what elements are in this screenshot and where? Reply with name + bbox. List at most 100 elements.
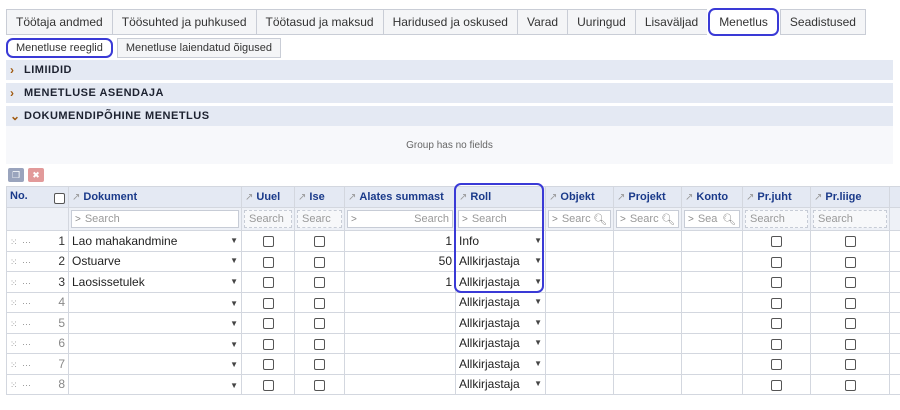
table-row[interactable]: ⁙ ⋯ 7 ▼ Allkirjastaja ▼ [6, 353, 900, 375]
prliige-checkbox[interactable] [844, 277, 856, 289]
ise-checkbox[interactable] [314, 379, 325, 391]
tab-toosuhted-ja-puhkused[interactable]: Töösuhted ja puhkused [111, 9, 256, 35]
projekt-cell[interactable] [613, 230, 682, 252]
subtab-menetluse-laiendatud-oigused[interactable]: Menetluse laiendatud õigused [116, 38, 282, 58]
konto-cell[interactable] [681, 312, 743, 334]
ise-checkbox[interactable] [314, 318, 325, 330]
dokument-cell[interactable]: ▼ [68, 312, 242, 334]
roll-cell[interactable]: Allkirjastaja ▼ [455, 291, 546, 313]
prjuht-checkbox[interactable] [771, 256, 782, 268]
prliige-checkbox[interactable] [844, 236, 856, 248]
col-header-alates-summast[interactable]: ↗ Alates summast [344, 186, 456, 208]
projekt-cell[interactable] [613, 353, 682, 375]
col-header-prliige[interactable]: ↗ Pr.liige [810, 186, 890, 208]
table-row[interactable]: ⁙ ⋯ 4 ▼ Allkirjastaja ▼ [6, 291, 900, 313]
col-header-prjuht[interactable]: ↗ Pr.juht [742, 186, 811, 208]
select-all-checkbox[interactable] [54, 193, 65, 204]
projekt-cell[interactable] [613, 250, 682, 272]
table-row[interactable]: ⁙ ⋯ 3 Laosissetulek ▼ 1 Allkirjastaja ▼ [6, 271, 900, 293]
projekt-cell[interactable] [613, 373, 682, 395]
uuel-checkbox[interactable] [262, 236, 274, 248]
prliige-checkbox[interactable] [844, 256, 856, 268]
roll-cell[interactable]: Allkirjastaja ▼ [455, 312, 546, 334]
objekt-cell[interactable] [545, 271, 614, 293]
filter-uuel-input[interactable]: Search [244, 210, 292, 228]
uuel-checkbox[interactable] [262, 297, 274, 309]
filter-objekt-input[interactable]: > Searc 🔍︎ [548, 210, 611, 228]
dropdown-arrow-icon[interactable]: ▼ [230, 256, 238, 265]
group-limiidid[interactable]: › LIMIIDID [6, 60, 893, 80]
prjuht-checkbox[interactable] [771, 338, 782, 350]
col-header-uuel[interactable]: ↗ Uuel [241, 186, 295, 208]
konto-cell[interactable] [681, 291, 743, 313]
table-row[interactable]: ⁙ ⋯ 1 Lao mahakandmine ▼ 1 Info ▼ [6, 230, 900, 252]
drag-handle-icon[interactable]: ⁙ ⋯ [10, 319, 32, 329]
filter-projekt-input[interactable]: > Searc 🔍︎ [616, 210, 679, 228]
projekt-cell[interactable] [613, 291, 682, 313]
filter-ise-input[interactable]: Searc [297, 210, 342, 228]
dokument-cell[interactable]: ▼ [68, 291, 242, 313]
dropdown-arrow-icon[interactable]: ▼ [230, 236, 238, 245]
konto-cell[interactable] [681, 230, 743, 252]
group-dokumendipohine-menetlus[interactable]: ⌄ DOKUMENDIPÕHINE MENETLUS [6, 106, 893, 126]
dokument-cell[interactable]: Laosissetulek ▼ [68, 271, 242, 293]
tab-tootaja-andmed[interactable]: Töötaja andmed [6, 9, 112, 35]
drag-handle-icon[interactable]: ⁙ ⋯ [10, 278, 32, 288]
prliige-checkbox[interactable] [844, 359, 856, 371]
filter-roll-input[interactable]: > Search [458, 210, 543, 228]
ise-checkbox[interactable] [314, 297, 325, 309]
tab-menetlus[interactable]: Menetlus [708, 8, 779, 36]
alates-summast-cell[interactable]: 1 [344, 230, 456, 252]
filter-konto-input[interactable]: > Sea 🔍︎ [684, 210, 740, 228]
dropdown-arrow-icon[interactable]: ▼ [230, 381, 238, 390]
konto-cell[interactable] [681, 353, 743, 375]
prjuht-checkbox[interactable] [771, 297, 782, 309]
drag-handle-icon[interactable]: ⁙ ⋯ [10, 298, 32, 308]
dropdown-arrow-icon[interactable]: ▼ [534, 256, 542, 265]
filter-prjuht-input[interactable]: Search [745, 210, 808, 228]
dropdown-arrow-icon[interactable]: ▼ [230, 277, 238, 286]
col-header-no[interactable]: No. [6, 186, 69, 208]
roll-cell[interactable]: Allkirjastaja ▼ [455, 332, 546, 354]
prjuht-checkbox[interactable] [771, 236, 782, 248]
roll-cell[interactable]: Allkirjastaja ▼ [455, 250, 546, 272]
dokument-cell[interactable]: ▼ [68, 353, 242, 375]
objekt-cell[interactable] [545, 291, 614, 313]
col-header-roll[interactable]: ↗ Roll [455, 186, 546, 208]
alates-summast-cell[interactable]: 1 [344, 271, 456, 293]
prliige-checkbox[interactable] [844, 379, 856, 391]
dokument-cell[interactable]: Lao mahakandmine ▼ [68, 230, 242, 252]
drag-handle-icon[interactable]: ⁙ ⋯ [10, 339, 32, 349]
tab-seadistused[interactable]: Seadistused [779, 9, 866, 35]
tab-lisavaljad[interactable]: Lisaväljad [634, 9, 708, 35]
prjuht-checkbox[interactable] [771, 359, 782, 371]
filter-prliige-input[interactable]: Search [813, 210, 887, 228]
copy-rows-button[interactable]: ❐ [8, 168, 24, 182]
prliige-checkbox[interactable] [844, 297, 856, 309]
prjuht-checkbox[interactable] [771, 379, 782, 391]
projekt-cell[interactable] [613, 332, 682, 354]
konto-cell[interactable] [681, 332, 743, 354]
col-header-ise[interactable]: ↗ Ise [294, 186, 345, 208]
tab-uuringud[interactable]: Uuringud [567, 9, 635, 35]
group-menetluse-asendaja[interactable]: › MENETLUSE ASENDAJA [6, 83, 893, 103]
prliige-checkbox[interactable] [844, 318, 856, 330]
objekt-cell[interactable] [545, 230, 614, 252]
roll-cell[interactable]: Info ▼ [455, 230, 546, 252]
table-row[interactable]: ⁙ ⋯ 5 ▼ Allkirjastaja ▼ [6, 312, 900, 334]
objekt-cell[interactable] [545, 332, 614, 354]
alates-summast-cell[interactable] [344, 291, 456, 313]
projekt-cell[interactable] [613, 271, 682, 293]
ise-checkbox[interactable] [314, 359, 325, 371]
roll-cell[interactable]: Allkirjastaja ▼ [455, 271, 546, 293]
alates-summast-cell[interactable] [344, 312, 456, 334]
dropdown-arrow-icon[interactable]: ▼ [534, 359, 542, 368]
objekt-cell[interactable] [545, 373, 614, 395]
ise-checkbox[interactable] [314, 277, 325, 289]
objekt-cell[interactable] [545, 353, 614, 375]
projekt-cell[interactable] [613, 312, 682, 334]
col-header-dokument[interactable]: ↗ Dokument [68, 186, 242, 208]
ise-checkbox[interactable] [314, 236, 325, 248]
prliige-checkbox[interactable] [844, 338, 856, 350]
filter-dokument-input[interactable]: > Search [71, 210, 239, 228]
